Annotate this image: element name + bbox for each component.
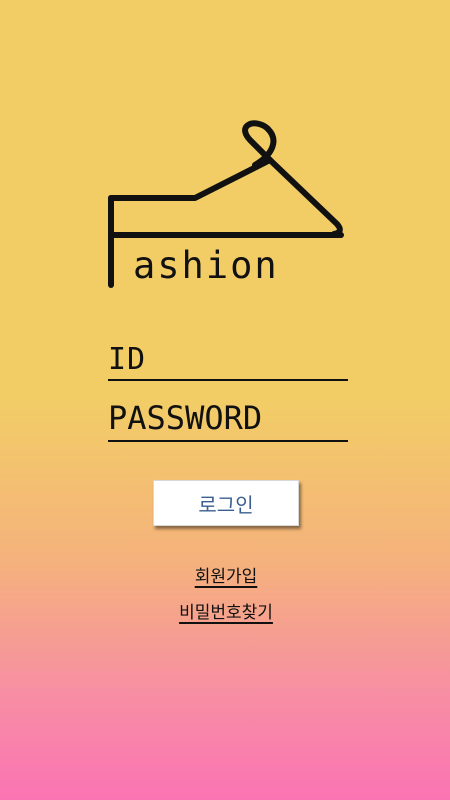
find-password-link[interactable]: 비밀번호찾기 [179,598,273,623]
signup-link[interactable]: 회원가입 [195,562,258,587]
password-label: PASSWORD [108,399,263,437]
id-underline [108,379,348,381]
id-label: ID [108,342,147,377]
password-underline [108,440,348,442]
id-field[interactable]: ID [108,345,348,381]
logo-wordmark: ashion [133,244,279,287]
password-field[interactable]: PASSWORD [108,402,348,442]
login-button[interactable]: 로그인 [153,480,299,526]
